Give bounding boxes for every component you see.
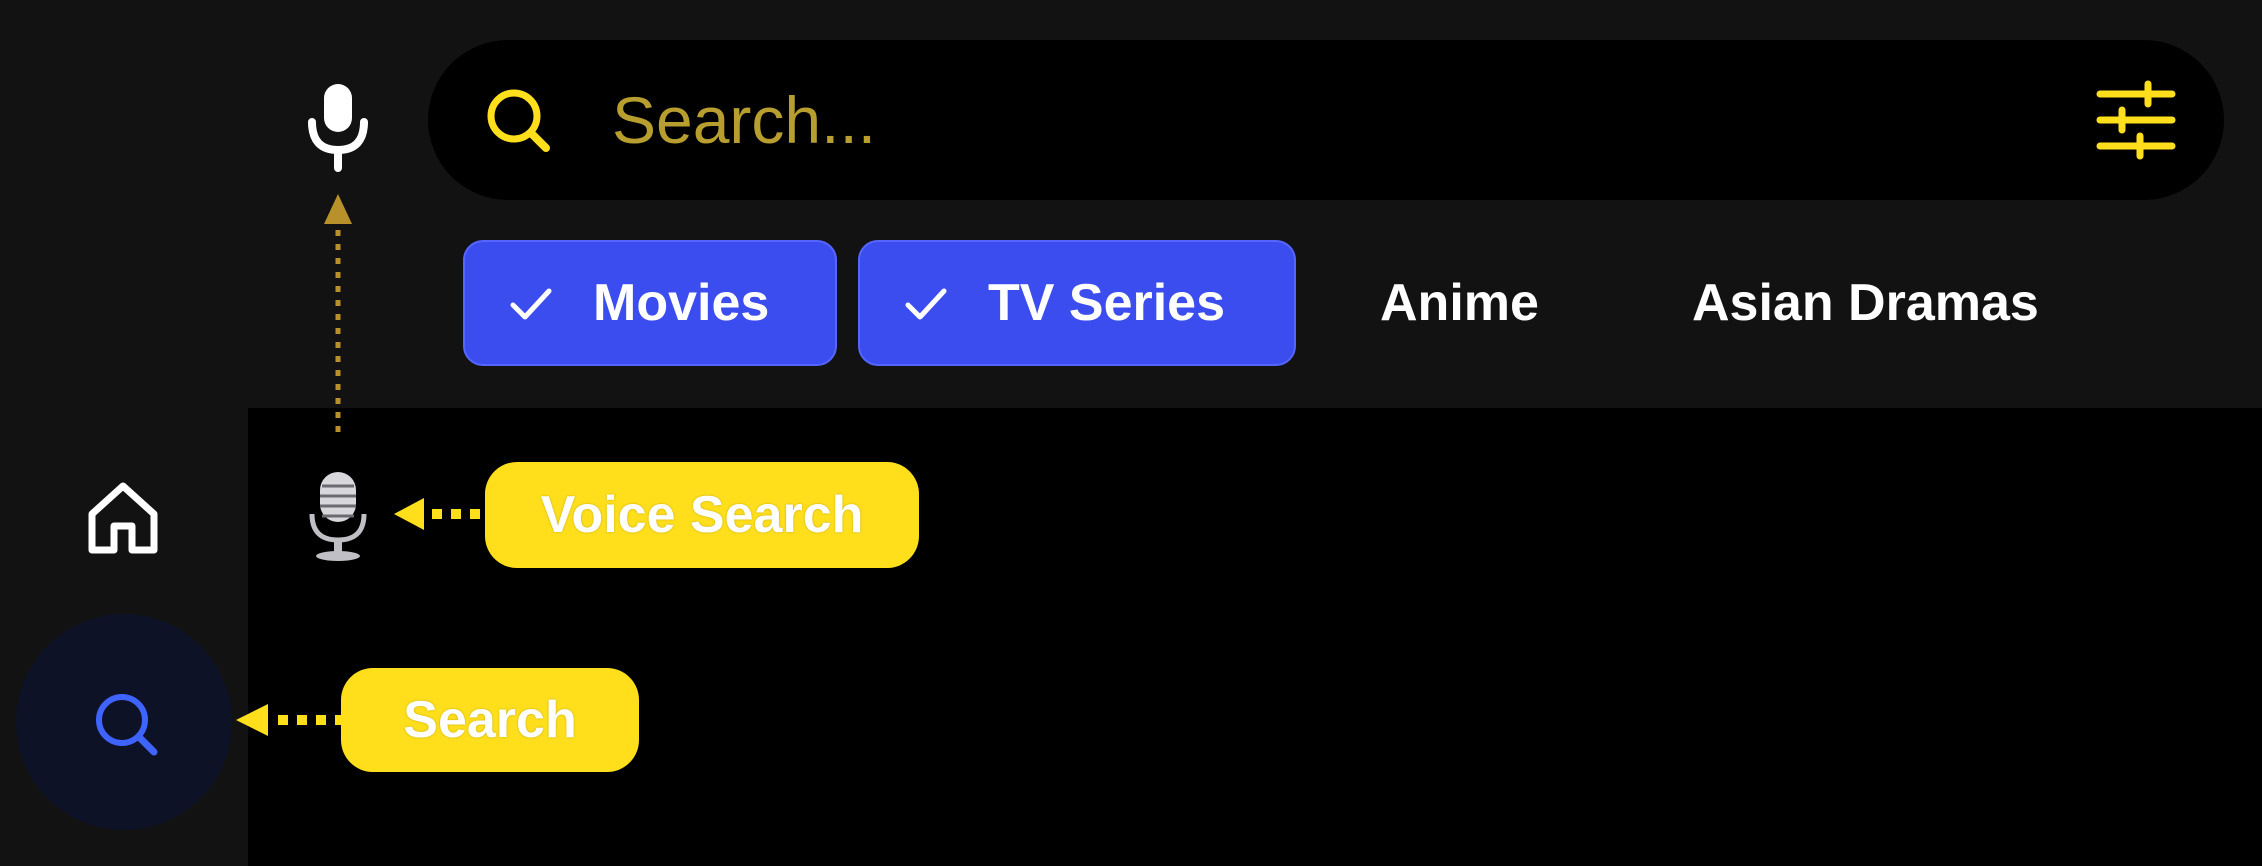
search-icon xyxy=(96,694,158,756)
check-icon xyxy=(510,288,552,320)
voice-search-button-studio[interactable] xyxy=(306,470,370,562)
chip-label: TV Series xyxy=(988,274,1226,332)
microphone-icon xyxy=(308,84,368,172)
category-chip-tv-series[interactable]: TV Series xyxy=(858,240,1296,366)
category-chip-movies[interactable]: Movies xyxy=(463,240,837,366)
callout-voice-search: Voice Search xyxy=(485,462,919,568)
callout-search: Search xyxy=(341,668,639,772)
category-chip-anime[interactable]: Anime xyxy=(1380,240,1580,366)
category-chip-asian-dramas[interactable]: Asian Dramas xyxy=(1692,240,2112,366)
search-input[interactable] xyxy=(612,70,2012,170)
chip-label: Asian Dramas xyxy=(1692,274,2039,332)
search-icon xyxy=(487,89,550,152)
home-icon xyxy=(88,482,158,554)
dotted-arrow-left-icon xyxy=(394,498,488,530)
chip-label: Anime xyxy=(1380,274,1539,332)
studio-microphone-icon xyxy=(309,472,367,561)
sliders-icon[interactable] xyxy=(2096,80,2176,160)
dotted-arrow-up-icon xyxy=(324,194,352,436)
nav-home[interactable] xyxy=(86,480,160,556)
chip-label: Movies xyxy=(593,274,770,332)
search-bar xyxy=(428,40,2224,200)
callout-label: Search xyxy=(403,691,577,749)
check-icon xyxy=(905,288,947,320)
callout-label: Voice Search xyxy=(540,486,864,544)
voice-search-button[interactable] xyxy=(304,82,372,172)
dotted-arrow-left-icon xyxy=(236,704,342,736)
nav-search[interactable] xyxy=(16,614,232,830)
